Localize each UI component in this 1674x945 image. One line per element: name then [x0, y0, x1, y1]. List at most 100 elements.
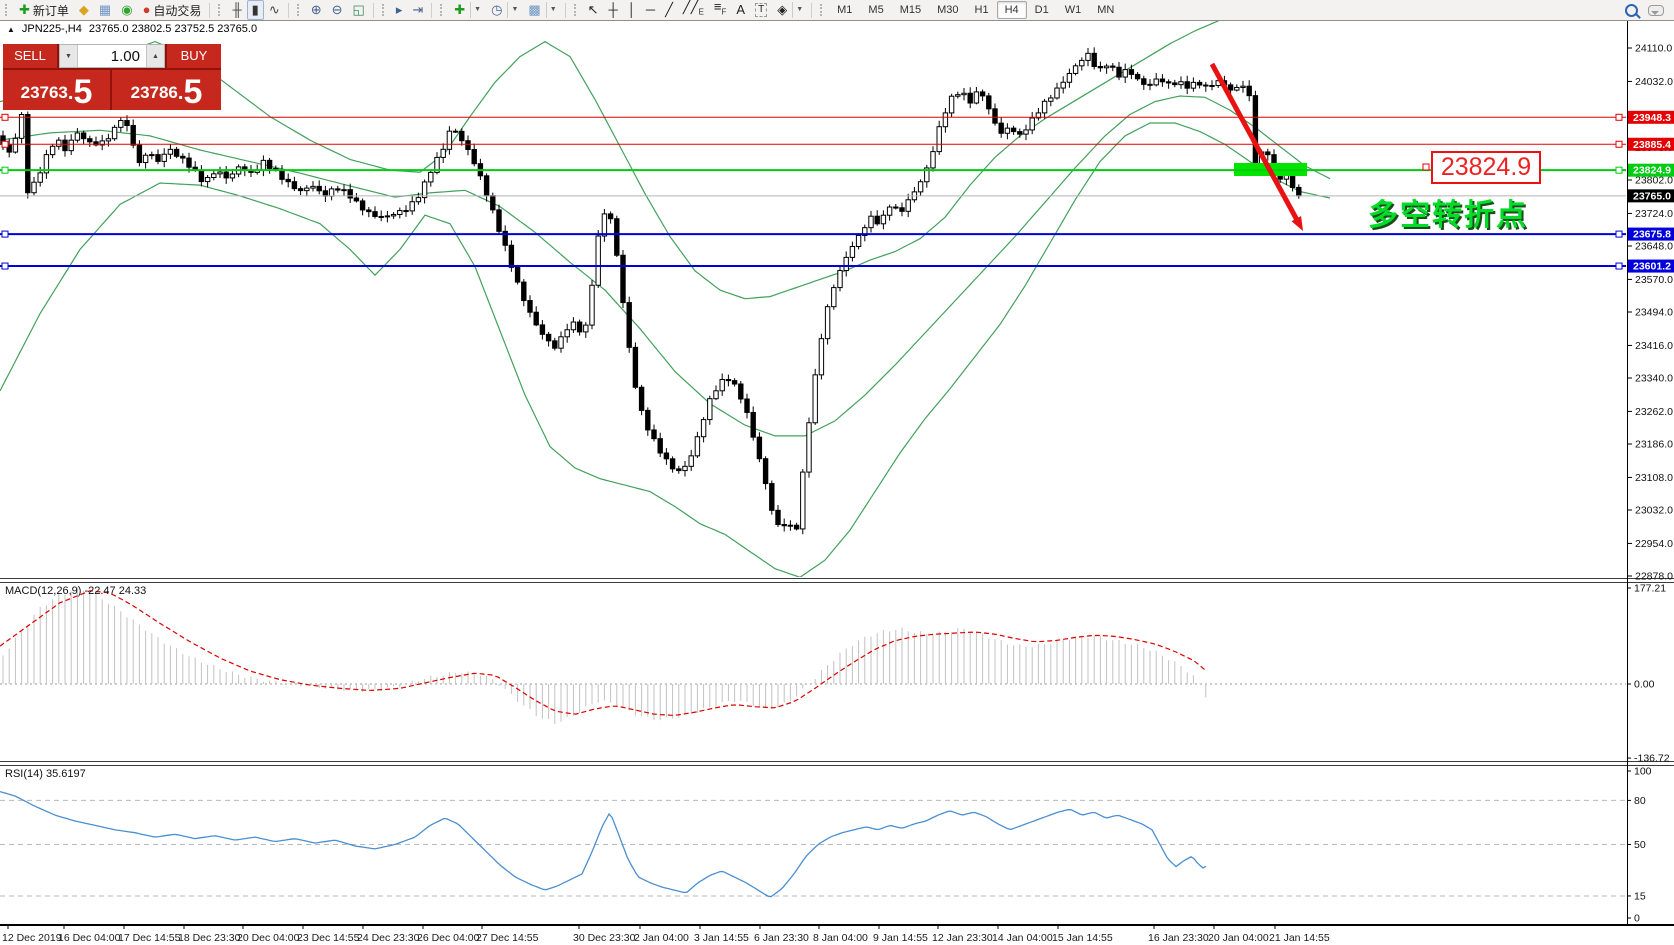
candlestick-chart-icon: ▮ — [252, 1, 259, 19]
level-handle[interactable] — [2, 263, 8, 269]
ask-main: 23786 — [131, 78, 178, 108]
main-price-pane — [0, 7, 1626, 577]
toolbar-separator — [373, 3, 374, 18]
toolbar-drag-handle[interactable] — [218, 4, 223, 16]
sell-button[interactable]: SELL — [3, 44, 57, 68]
dropdown-caret-icon[interactable]: ▼ — [470, 2, 481, 18]
price-tick-label: 23570.0 — [1635, 274, 1673, 286]
dropdown-caret-icon[interactable]: ▼ — [507, 2, 518, 18]
horizontal-line-button[interactable]: ─ — [641, 0, 660, 20]
new-order-button[interactable]: ✚新订单 — [14, 0, 74, 20]
timeframe-m5-button[interactable]: M5 — [860, 1, 891, 19]
auto-scroll-button[interactable]: ▸ — [391, 0, 408, 20]
tile-windows-button[interactable]: ◱ — [348, 0, 370, 20]
template-menu-button[interactable]: ▩▼ — [523, 0, 561, 20]
volume-stepper: ▼ ▲ — [59, 44, 165, 68]
callout-handle[interactable] — [1423, 164, 1429, 170]
fibonacci-button[interactable]: ≡F — [709, 0, 731, 20]
cursor-button[interactable]: ↖ — [583, 0, 604, 20]
search-icon[interactable] — [1625, 4, 1638, 17]
modify-icon-icon: ◆ — [79, 1, 89, 19]
volume-input[interactable] — [78, 45, 146, 67]
macd-tick-label: 177.21 — [1634, 583, 1666, 595]
modify-icon[interactable]: ◆ — [74, 0, 94, 20]
toolbar-drag-handle[interactable] — [297, 4, 302, 16]
candlestick-chart-button[interactable]: ▮ — [247, 0, 264, 20]
chart-shift-button[interactable]: ⇥ — [407, 0, 428, 20]
time-tick-label: 26 Dec 04:00 — [417, 932, 480, 944]
trendline-icon: ╱ — [665, 1, 673, 19]
charts-window-icon[interactable]: ▦ — [94, 0, 116, 20]
dropdown-caret-icon[interactable]: ▼ — [792, 2, 803, 18]
time-tick-label: 12 Dec 2019 — [2, 932, 62, 944]
price-tick-label: 22878.0 — [1635, 570, 1673, 582]
toolbar-drag-handle[interactable] — [574, 4, 579, 16]
time-tick-label: 30 Dec 23:30 — [573, 932, 636, 944]
chart-canvas[interactable]: 24110.024032.023954.023878.023802.023724… — [0, 0, 1674, 945]
toolbar-separator — [811, 3, 812, 18]
vertical-line-button[interactable]: │ — [623, 0, 641, 20]
level-handle[interactable] — [1616, 231, 1622, 237]
timeframe-h1-button[interactable]: H1 — [967, 1, 997, 19]
crosshair-icon: ┼ — [609, 1, 618, 19]
timeframe-d1-button[interactable]: D1 — [1027, 1, 1057, 19]
shapes-menu-button[interactable]: ◈▼ — [772, 0, 808, 20]
autotrading-button[interactable]: ●自动交易 — [138, 0, 207, 20]
buy-button[interactable]: BUY — [167, 44, 221, 68]
ask-price-button[interactable]: 23786 . 5 — [112, 70, 221, 110]
bid-price-button[interactable]: 23763 . 5 — [3, 70, 110, 110]
price-axis[interactable]: 24110.024032.023954.023878.023802.023724… — [1627, 43, 1674, 925]
line-chart-button[interactable]: ∿ — [264, 0, 285, 20]
crosshair-button[interactable]: ┼ — [604, 0, 623, 20]
timeframe-h4-button[interactable]: H4 — [997, 1, 1027, 19]
text-label-button[interactable]: T — [750, 0, 772, 20]
toolbar-drag-handle[interactable] — [440, 4, 445, 16]
price-tag-label: 23824.9 — [1633, 165, 1671, 177]
price-tick-label: 23724.0 — [1635, 208, 1673, 220]
bar-chart-button[interactable]: ╫ — [227, 0, 246, 20]
timeframe-m15-button[interactable]: M15 — [892, 1, 929, 19]
level-handle[interactable] — [1616, 141, 1622, 147]
down-arrow-line[interactable] — [1212, 64, 1297, 220]
signal-icon[interactable]: ◉ — [116, 0, 137, 20]
toolbar-drag-handle[interactable] — [382, 4, 387, 16]
timeframe-m1-button[interactable]: M1 — [829, 1, 860, 19]
collapse-panel-icon[interactable]: ▲ — [7, 25, 15, 34]
add-indicator-button[interactable]: ✚▼ — [449, 0, 486, 20]
text-button[interactable]: A — [731, 0, 750, 20]
level-handle[interactable] — [2, 167, 8, 173]
level-handle[interactable] — [1616, 114, 1622, 120]
level-handle[interactable] — [1616, 263, 1622, 269]
bar-chart-icon: ╫ — [232, 1, 241, 19]
chat-icon[interactable] — [1648, 5, 1664, 16]
period-menu-button[interactable]: ◷▼ — [486, 0, 523, 20]
price-tag-label: 23948.3 — [1633, 112, 1671, 124]
level-handle[interactable] — [2, 231, 8, 237]
symbol-period-label: JPN225-,H4 — [22, 23, 82, 35]
timeframe-w1-button[interactable]: W1 — [1057, 1, 1090, 19]
timeframe-m30-button[interactable]: M30 — [929, 1, 966, 19]
dropdown-caret-icon[interactable]: ▼ — [546, 2, 557, 18]
zoom-in-icon: ⊕ — [311, 1, 322, 19]
toolbar-drag-handle[interactable] — [820, 4, 825, 16]
time-tick-label: 23 Dec 14:55 — [297, 932, 360, 944]
time-tick-label: 12 Jan 23:30 — [932, 932, 993, 944]
price-callout-box[interactable]: 23824.9 — [1431, 151, 1541, 184]
volume-increase-button[interactable]: ▲ — [146, 45, 164, 67]
equidistant-channel-button[interactable]: ╱╱E — [678, 0, 709, 20]
time-axis[interactable]: 12 Dec 201916 Dec 04:0017 Dec 14:5518 De… — [2, 925, 1330, 944]
timeframe-mn-button[interactable]: MN — [1089, 1, 1122, 19]
level-handle[interactable] — [2, 141, 8, 147]
zoom-out-button[interactable]: ⊖ — [327, 0, 348, 20]
vertical-line-icon: │ — [628, 1, 636, 19]
zoom-in-button[interactable]: ⊕ — [306, 0, 327, 20]
trendline-button[interactable]: ╱ — [660, 0, 678, 20]
toolbar-drag-handle[interactable] — [5, 4, 10, 16]
level-handle[interactable] — [1616, 167, 1622, 173]
toolbar-group: M1M5M15M30H1H4D1W1MN — [815, 0, 1122, 20]
time-tick-label: 2 Jan 04:00 — [634, 932, 689, 944]
volume-decrease-button[interactable]: ▼ — [60, 45, 78, 67]
add-indicator-icon: ✚ — [454, 1, 465, 19]
level-handle[interactable] — [2, 114, 8, 120]
toolbar-button-label: 自动交易 — [153, 2, 201, 19]
